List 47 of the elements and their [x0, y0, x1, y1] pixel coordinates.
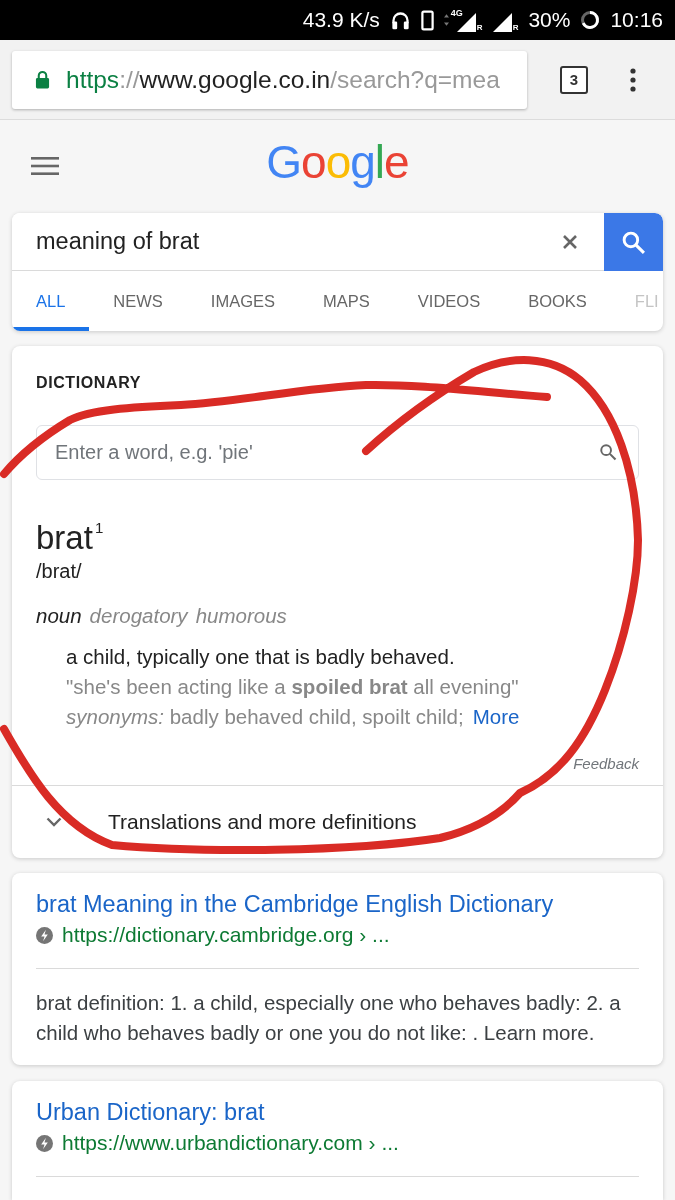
battery-percent: 30% [528, 8, 571, 32]
usage-label: derogatory [89, 603, 188, 629]
section-heading: DICTIONARY [36, 373, 142, 393]
definition-text: a child, typically one that is badly behaved. [66, 644, 456, 670]
roaming-label: R [476, 23, 483, 32]
search-tab[interactable]: VIDEOS [393, 271, 505, 331]
battery-ring-icon [580, 10, 601, 30]
search-icon [621, 229, 646, 255]
roaming-label: R [512, 23, 519, 32]
search-tab[interactable]: BOOKS [504, 271, 611, 331]
result-snippet: brat definition: 1. a child, especially one who behaves badly: 2. a child who behaves badly or one you do not like: . Learn more. [36, 990, 622, 1046]
phone-icon [420, 9, 434, 31]
synonyms-text: synonyms: badly behaved child, spoilt child; [66, 704, 464, 730]
result-title[interactable]: Urban Dictionary: brat [36, 1097, 265, 1127]
translations-expander[interactable]: Translations and more definitions [12, 786, 663, 858]
usage-label: humorous [195, 603, 287, 629]
lightning-bolt-icon [36, 1134, 53, 1152]
result-title[interactable]: brat Meaning in the Cambridge English Dictionary [36, 889, 554, 919]
headword: brat$^{1}$ [36, 518, 105, 558]
tab-switcher-button[interactable]: 3 [560, 65, 588, 94]
part-of-speech: noun [36, 603, 82, 629]
word-search-field[interactable]: Enter a word, e.g. 'pie' [36, 425, 639, 480]
search-icon[interactable] [599, 443, 617, 461]
signal-icon [492, 13, 512, 32]
feedback-link[interactable]: Feedback [573, 754, 639, 774]
menu-icon[interactable] [31, 157, 59, 175]
network-speed: 43.9 K/s [302, 8, 380, 32]
site-logo[interactable]: Google [266, 134, 409, 190]
more-link[interactable]: More [472, 702, 520, 732]
search-tab[interactable]: IMAGES [186, 271, 300, 331]
example-sentence: "she's been acting like a spoiled brat all evening" [66, 674, 520, 700]
clock: 10:16 [610, 8, 663, 32]
search-tab[interactable]: MAPS [299, 271, 394, 331]
address-bar[interactable]: https://www.google.co.in/search?q=mea [12, 50, 527, 109]
more-menu-icon[interactable] [630, 67, 636, 92]
search-tab[interactable]: ALL [12, 271, 90, 331]
lightning-bolt-icon [36, 926, 53, 944]
pronunciation: /brat/ [36, 559, 83, 584]
search-tab[interactable]: NEWS [89, 271, 187, 331]
network-type-label: 4G [450, 8, 463, 18]
data-arrows-icon [443, 14, 449, 26]
url-text: https://www.google.co.in/search?q=mea [66, 65, 500, 94]
search-button[interactable] [604, 213, 663, 271]
headphones-icon [389, 9, 411, 31]
result-url[interactable]: https://dictionary.cambridge.org › ... [62, 923, 390, 947]
result-url[interactable]: https://www.urbandictionary.com › ... [62, 1131, 399, 1155]
close-icon[interactable] [562, 233, 578, 250]
